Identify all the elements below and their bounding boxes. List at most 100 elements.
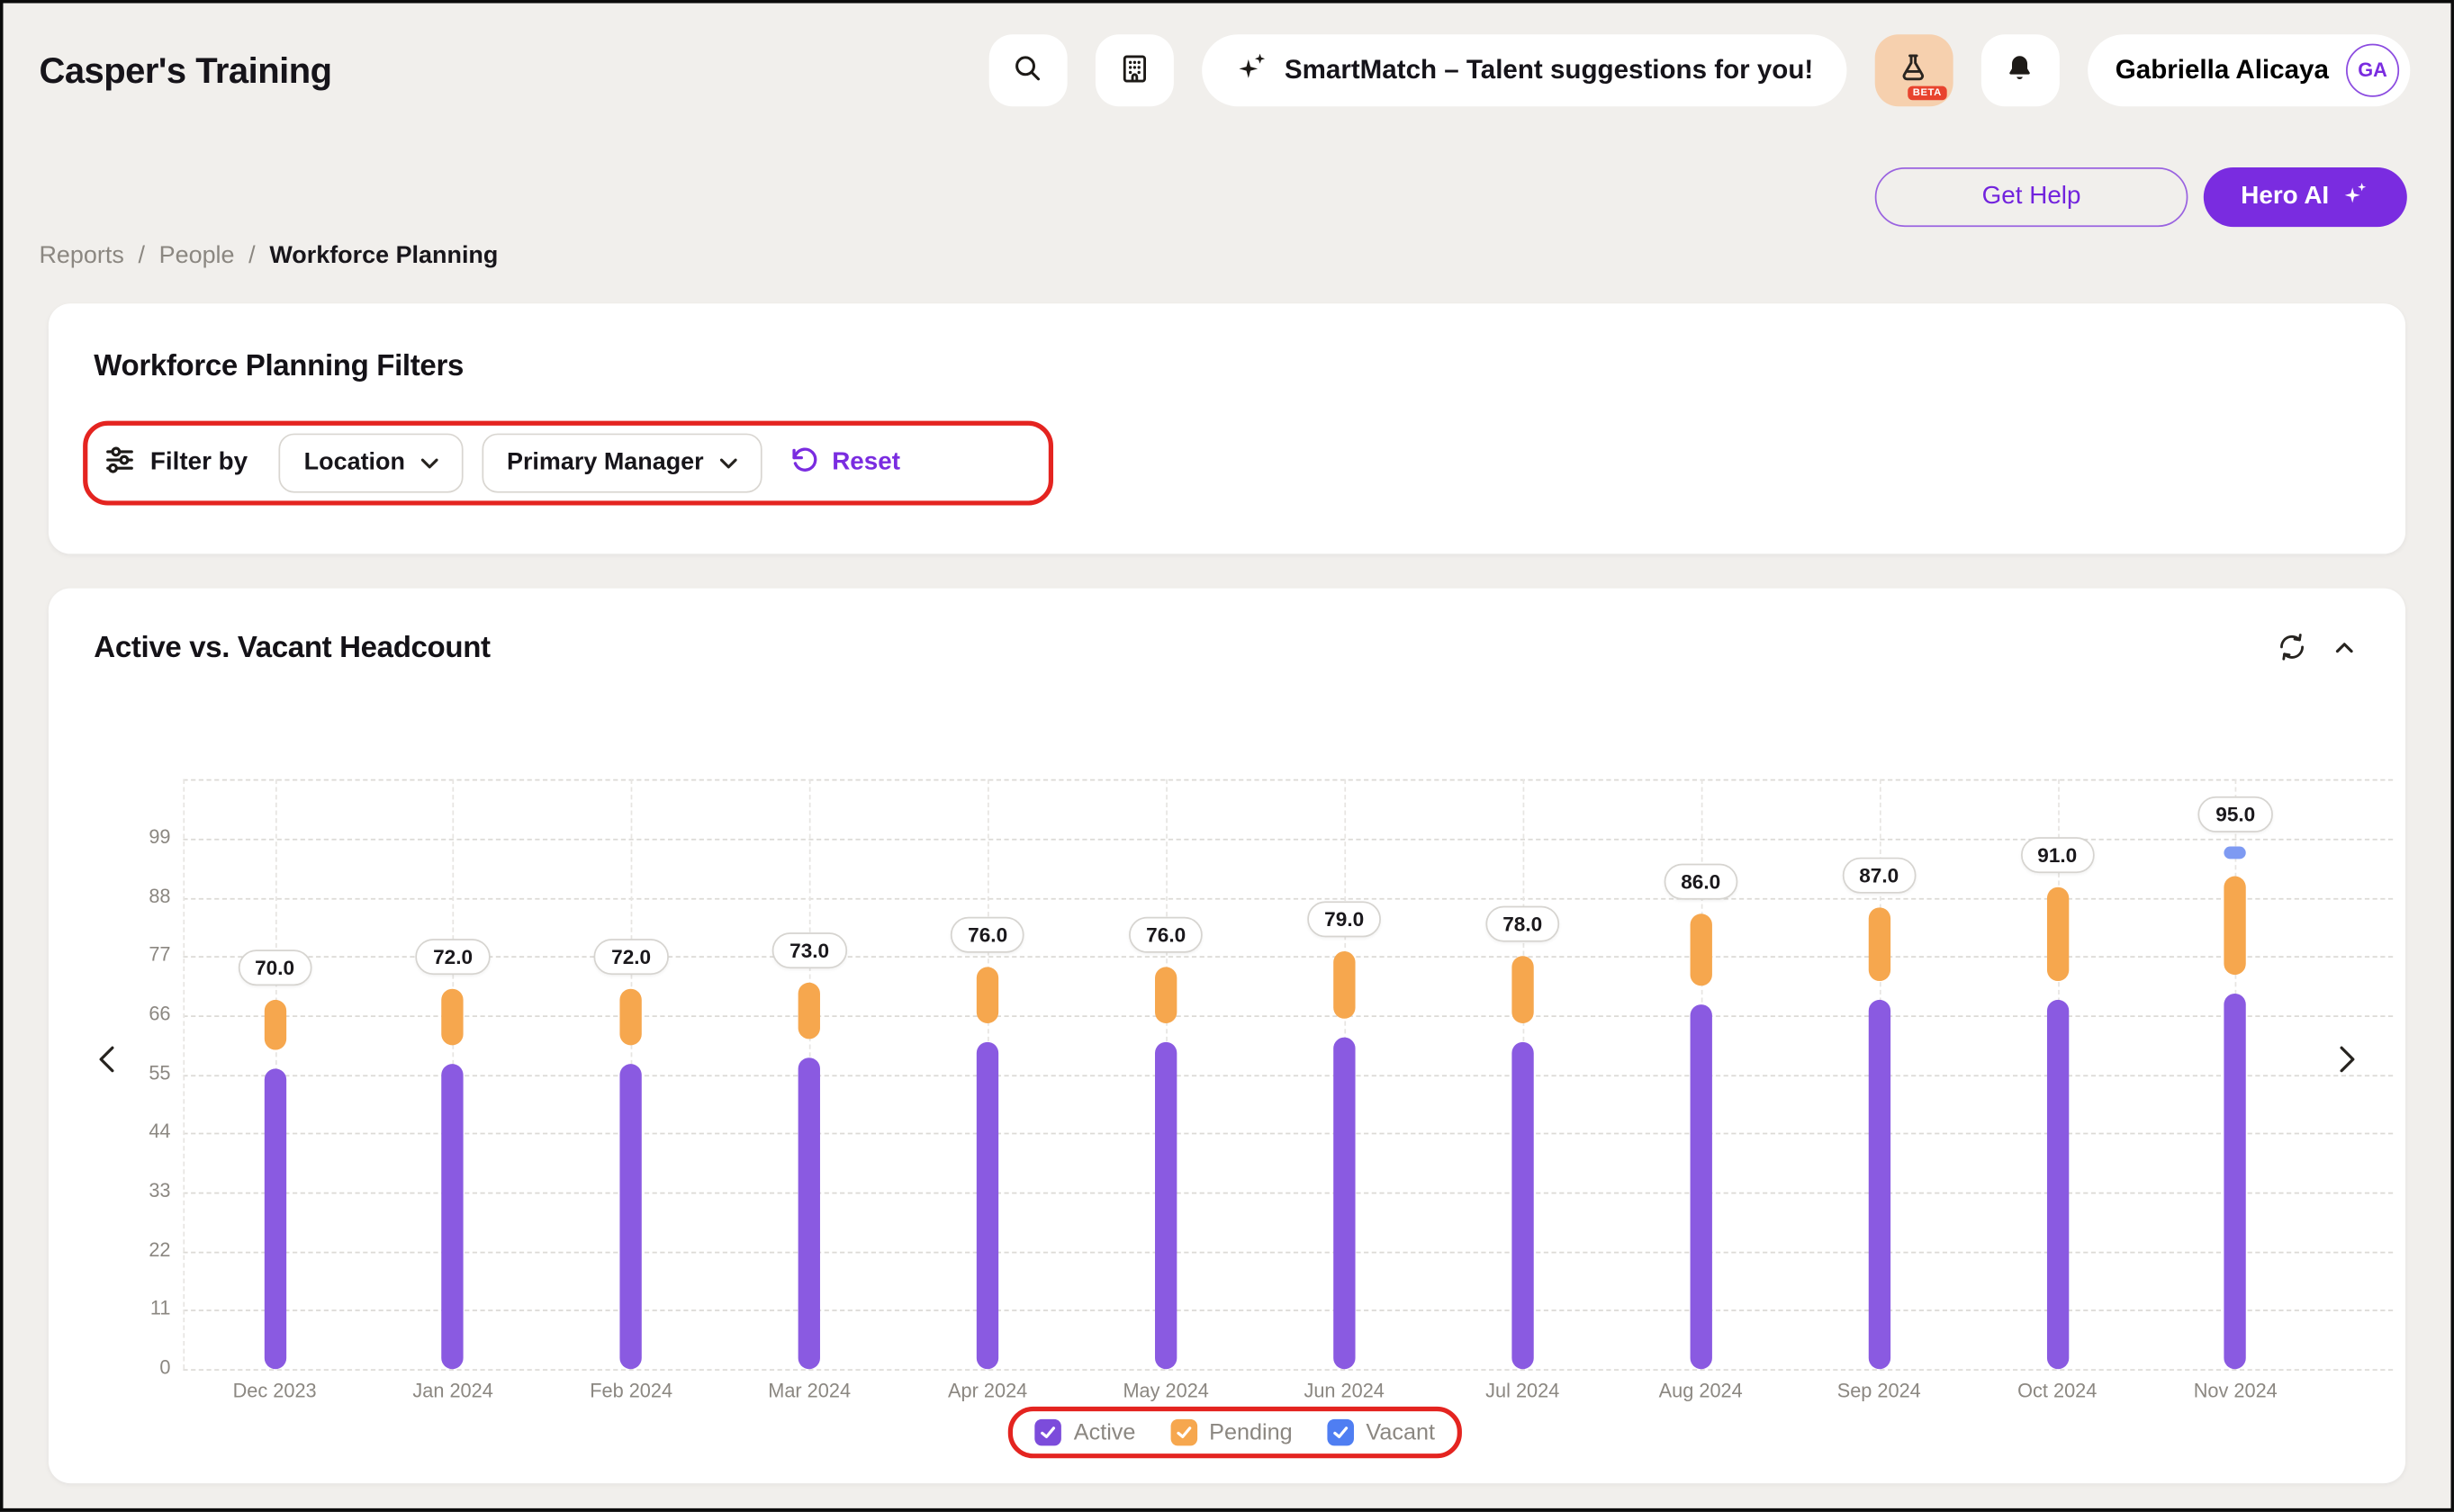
y-axis-label: 55 — [104, 1062, 170, 1084]
chevron-down-icon — [420, 449, 438, 477]
breadcrumb-separator: / — [248, 242, 255, 270]
chart-card: Active vs. Vacant Headcount — [49, 589, 2405, 1483]
sliders-icon — [104, 443, 137, 483]
total-label: 79.0 — [1307, 901, 1381, 937]
beta-badge: BETA — [1908, 86, 1946, 101]
top-bar: Casper's Training — [0, 0, 2454, 106]
bar-pending — [1511, 957, 1533, 1023]
y-axis-label: 44 — [104, 1120, 170, 1142]
get-help-button[interactable]: Get Help — [1875, 167, 2188, 227]
legend-label: Vacant — [1366, 1420, 1435, 1445]
total-label: 78.0 — [1485, 906, 1559, 942]
total-label: 86.0 — [1664, 863, 1737, 899]
breadcrumb-people[interactable]: People — [159, 242, 235, 270]
bell-icon — [2003, 51, 2036, 89]
bar-pending — [2046, 886, 2068, 980]
notifications-button[interactable] — [1980, 34, 2059, 106]
bar-pending — [442, 988, 464, 1045]
user-menu[interactable]: Gabriella Alicaya GA — [2087, 34, 2410, 106]
bar-pending — [1155, 967, 1177, 1023]
x-axis-label: Jul 2024 — [1485, 1380, 1559, 1401]
gridline-v — [183, 779, 185, 1369]
reset-label: Reset — [832, 449, 900, 477]
bar-active — [798, 1058, 820, 1369]
y-axis-label: 0 — [104, 1356, 170, 1378]
x-axis-label: Apr 2024 — [948, 1380, 1027, 1401]
total-label: 91.0 — [2020, 836, 2094, 872]
checkbox-pending[interactable] — [1170, 1419, 1197, 1446]
y-axis-label: 22 — [104, 1238, 170, 1260]
chevron-down-icon — [719, 449, 736, 477]
annotation-legend: Active Pending Vacant — [1008, 1407, 1462, 1458]
y-axis-label: 88 — [104, 885, 170, 906]
legend-item-active[interactable]: Active — [1034, 1419, 1135, 1446]
rotate-ccw-icon — [789, 445, 819, 482]
bar-pending — [798, 983, 820, 1040]
hero-ai-button[interactable]: Hero AI — [2204, 167, 2407, 227]
total-label: 76.0 — [951, 917, 1024, 953]
company-directory-button[interactable] — [1096, 34, 1174, 106]
x-axis-label: May 2024 — [1123, 1380, 1208, 1401]
chart-plot: ActivePendingVacant 01122334455667788997… — [49, 589, 2405, 1483]
bar-pending — [264, 999, 285, 1050]
bar-active — [1868, 999, 1890, 1369]
building-icon — [1117, 51, 1151, 90]
bar-active — [2224, 994, 2246, 1369]
x-axis-label: Oct 2024 — [2017, 1380, 2097, 1401]
filters-title: Workforce Planning Filters — [49, 303, 2405, 384]
y-axis-label: 33 — [104, 1180, 170, 1202]
x-axis-label: Mar 2024 — [768, 1380, 851, 1401]
search-button[interactable] — [988, 34, 1067, 106]
bar-pending — [620, 988, 642, 1045]
legend-label: Pending — [1209, 1420, 1293, 1445]
legend-item-vacant[interactable]: Vacant — [1327, 1419, 1435, 1446]
workforce-planning-page: Casper's Training — [0, 0, 2454, 1511]
checkbox-vacant[interactable] — [1327, 1419, 1354, 1446]
chart-legend: Active Pending Vacant — [1034, 1419, 1435, 1446]
y-axis-label: 66 — [104, 1003, 170, 1024]
bar-active — [442, 1064, 464, 1369]
bar-pending — [1333, 951, 1355, 1018]
filter-by-label: Filter by — [150, 449, 248, 477]
bar-pending — [1868, 908, 1890, 980]
x-axis-label: Feb 2024 — [590, 1380, 672, 1401]
gridline-h — [183, 779, 2393, 781]
total-label: 72.0 — [416, 939, 490, 975]
bar-active — [620, 1064, 642, 1369]
bar-active — [1690, 1004, 1711, 1369]
bar-active — [1155, 1042, 1177, 1369]
checkbox-active[interactable] — [1034, 1419, 1061, 1446]
total-label: 73.0 — [772, 933, 846, 969]
bar-active — [977, 1042, 998, 1369]
bar-active — [2046, 999, 2068, 1369]
smartmatch-button[interactable]: SmartMatch – Talent suggestions for you! — [1202, 34, 1846, 106]
x-axis-label: Dec 2023 — [233, 1380, 317, 1401]
location-dropdown[interactable]: Location — [279, 434, 463, 493]
gridline-h — [183, 1369, 2393, 1371]
total-label: 76.0 — [1129, 917, 1203, 953]
app-title: Casper's Training — [39, 50, 331, 92]
x-axis-label: Sep 2024 — [1837, 1380, 1921, 1401]
bar-vacant — [2224, 846, 2246, 859]
breadcrumb-current: Workforce Planning — [269, 242, 498, 270]
reset-button[interactable]: Reset — [789, 445, 900, 482]
hero-ai-label: Hero AI — [2241, 183, 2329, 211]
chart-scroll-right-button[interactable] — [2327, 1039, 2361, 1084]
breadcrumb: Reports / People / Workforce Planning — [39, 242, 2454, 270]
legend-label: Active — [1074, 1420, 1136, 1445]
breadcrumb-reports[interactable]: Reports — [39, 242, 123, 270]
annotation-filter-row: Filter by Location Primary Manager — [83, 421, 1053, 506]
total-label: 87.0 — [1842, 858, 1916, 894]
primary-manager-dropdown[interactable]: Primary Manager — [482, 434, 762, 493]
filters-card: Workforce Planning Filters Filter by Loc… — [49, 303, 2405, 554]
location-dropdown-label: Location — [304, 449, 405, 477]
sparkles-icon — [2341, 179, 2369, 215]
bar-pending — [977, 967, 998, 1023]
total-label: 95.0 — [2198, 796, 2272, 832]
bar-active — [1511, 1042, 1533, 1369]
total-label: 70.0 — [238, 950, 311, 986]
avatar: GA — [2346, 44, 2399, 97]
labs-beta-button[interactable]: BETA — [1874, 34, 1953, 106]
total-label: 72.0 — [594, 939, 668, 975]
legend-item-pending[interactable]: Pending — [1170, 1419, 1293, 1446]
